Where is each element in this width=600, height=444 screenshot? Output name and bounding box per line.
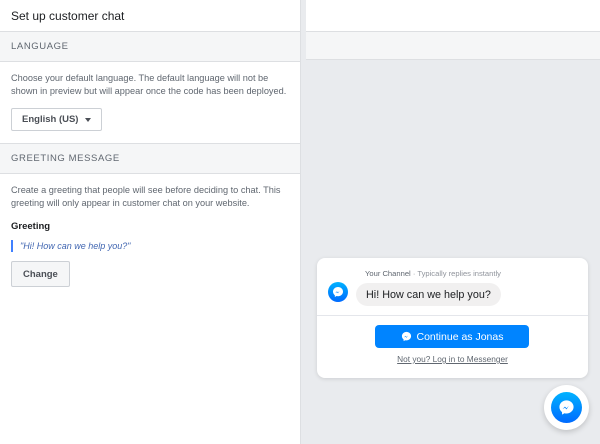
settings-panel: Set up customer chat LANGUAGE Choose you… bbox=[0, 0, 300, 444]
chat-preview-card: Your Channel · Typically replies instant… bbox=[317, 258, 588, 378]
greeting-section-header: GREETING MESSAGE bbox=[0, 144, 300, 174]
language-section-header: LANGUAGE bbox=[0, 32, 300, 62]
log-in-to-messenger-link[interactable]: Not you? Log in to Messenger bbox=[317, 354, 588, 364]
caret-down-icon bbox=[85, 117, 92, 122]
preview-top-bar bbox=[306, 0, 600, 32]
greeting-section-body: Create a greeting that people will see b… bbox=[0, 174, 300, 299]
messenger-icon bbox=[328, 282, 348, 302]
messenger-icon bbox=[401, 331, 411, 342]
language-section: LANGUAGE Choose your default language. T… bbox=[0, 32, 300, 144]
greeting-quote: "Hi! How can we help you?" bbox=[11, 240, 289, 252]
chat-message-area: Your Channel · Typically replies instant… bbox=[317, 258, 588, 316]
language-description: Choose your default language. The defaul… bbox=[11, 73, 287, 96]
quote-bar bbox=[11, 240, 13, 252]
greeting-label: Greeting bbox=[11, 221, 51, 232]
continue-as-user-button[interactable]: Continue as Jonas bbox=[375, 325, 529, 348]
continue-label: Continue as Jonas bbox=[416, 330, 504, 343]
messenger-icon bbox=[551, 392, 582, 423]
page-title: Set up customer chat bbox=[11, 8, 125, 23]
greeting-description: Create a greeting that people will see b… bbox=[11, 185, 281, 208]
language-dropdown-value: English (US) bbox=[22, 114, 79, 125]
reply-status: Typically replies instantly bbox=[417, 269, 501, 278]
language-dropdown[interactable]: English (US) bbox=[11, 108, 103, 131]
change-greeting-button[interactable]: Change bbox=[11, 261, 70, 287]
messenger-chat-button[interactable] bbox=[544, 385, 589, 430]
language-section-title: LANGUAGE bbox=[11, 41, 69, 52]
panel-title-bar: Set up customer chat bbox=[0, 0, 300, 32]
channel-name: Your Channel bbox=[365, 269, 411, 278]
chat-channel-meta: Your Channel · Typically replies instant… bbox=[365, 269, 501, 278]
greeting-section-title: GREETING MESSAGE bbox=[11, 153, 120, 164]
preview-header-strip bbox=[306, 32, 600, 60]
language-section-body: Choose your default language. The defaul… bbox=[0, 62, 300, 144]
greeting-section: GREETING MESSAGE Create a greeting that … bbox=[0, 144, 300, 299]
greeting-bubble: Hi! How can we help you? bbox=[356, 283, 501, 306]
greeting-value: "Hi! How can we help you?" bbox=[20, 241, 131, 251]
preview-pane: Your Channel · Typically replies instant… bbox=[306, 0, 600, 444]
